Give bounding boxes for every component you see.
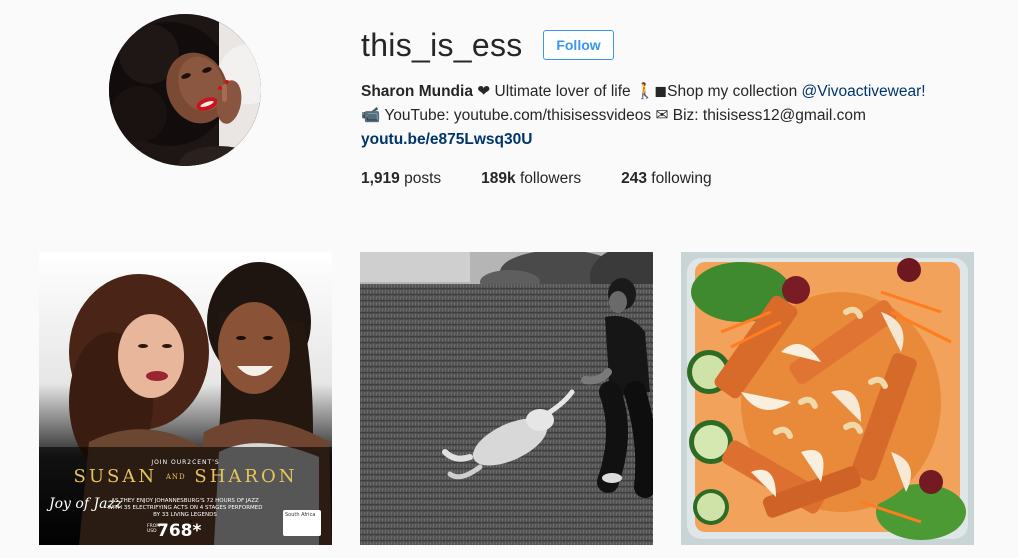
follow-button[interactable]: Follow <box>543 30 614 60</box>
bio-external-link[interactable]: youtu.be/e875Lwsq30U <box>361 131 532 148</box>
posts-count-label: posts <box>399 170 442 187</box>
following-count-value: 243 <box>621 170 647 187</box>
posts-count-value: 1,919 <box>361 170 400 187</box>
following-link[interactable]: 243 following <box>621 167 712 191</box>
bio-text: ❤ Ultimate lover of life 🚶◼Shop my colle… <box>472 83 802 100</box>
full-name: Sharon Mundia <box>361 83 473 100</box>
poster-title-right: SHARON <box>194 466 298 487</box>
bio-line-1: Sharon Mundia ❤ Ultimate lover of life 🚶… <box>361 80 1001 104</box>
followers-link[interactable]: 189k followers <box>481 167 581 191</box>
following-count-label: following <box>646 170 712 187</box>
poster-title: SUSAN AND SHARON <box>39 466 332 487</box>
poster-title-left: SUSAN <box>73 466 158 487</box>
profile-bio: Sharon Mundia ❤ Ultimate lover of life 🚶… <box>361 80 1001 152</box>
poster-title-and: AND <box>165 473 186 481</box>
avatar[interactable] <box>109 14 261 166</box>
poster-subtitle: AS THEY ENJOY JOHANNESBURG'S 72 HOURS OF… <box>107 498 263 518</box>
poster-price: 768* <box>157 521 202 541</box>
username: this_is_ess <box>361 27 523 63</box>
bio-line-2: 📹 YouTube: youtube.com/thisisessvideos ✉… <box>361 107 866 124</box>
profile-stats: 1,919 posts 189k followers 243 following <box>361 167 752 191</box>
posts-count: 1,919 posts <box>361 167 441 191</box>
post-thumbnail-2[interactable] <box>360 252 653 545</box>
poster-festival-logo: Joy of Jazz <box>49 496 123 512</box>
profile-page: this_is_ess Follow Sharon Mundia ❤ Ultim… <box>0 0 1018 558</box>
post-thumbnail-3[interactable] <box>681 252 974 545</box>
followers-count-label: followers <box>515 170 582 187</box>
bio-mention-link[interactable]: @Vivoactivewear! <box>802 83 926 100</box>
followers-count-value: 189k <box>481 170 516 187</box>
poster-sponsor-logo: South Africa <box>283 510 321 536</box>
poster-join-text: JOIN OUR2CENT'S <box>151 459 220 466</box>
post-thumbnail-1[interactable]: JOIN OUR2CENT'S SUSAN AND SHARON AS THEY… <box>39 252 332 545</box>
